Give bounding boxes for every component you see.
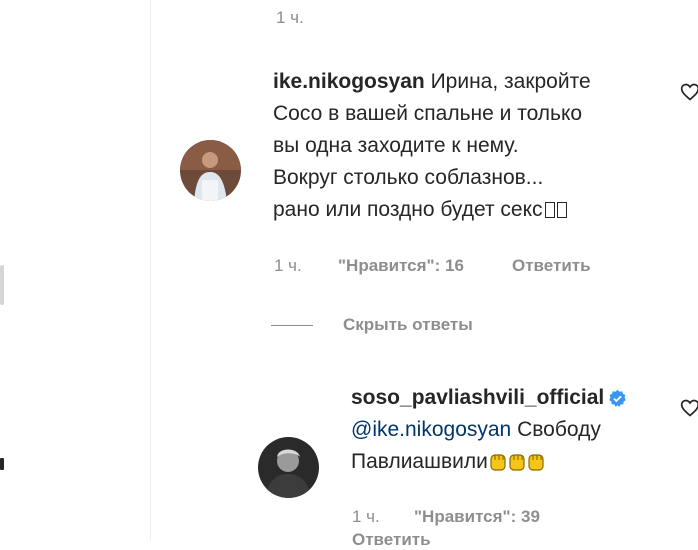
- comment-avatar[interactable]: [180, 140, 241, 201]
- comment-text-line: Ирина, закройте: [430, 70, 591, 93]
- raised-fist-emoji: [528, 454, 544, 471]
- heart-icon[interactable]: [680, 82, 698, 102]
- reply-mention[interactable]: @ike.nikogosyan: [351, 418, 511, 441]
- reply-button[interactable]: Ответить: [512, 256, 591, 276]
- hide-replies-label: Скрыть ответы: [343, 315, 473, 334]
- reply-time[interactable]: 1 ч.: [352, 507, 380, 527]
- raised-fist-emoji: [509, 454, 525, 471]
- comment-time[interactable]: 1 ч.: [274, 256, 302, 276]
- verified-badge-icon: [609, 389, 627, 407]
- comment-text-line: вы одна заходите к нему.: [273, 134, 519, 157]
- comment-meta: 1 ч. "Нравится": 16 Ответить: [274, 256, 694, 278]
- comment-text-line: Вокруг столько соблазнов...: [273, 166, 544, 189]
- left-pane: [0, 0, 150, 540]
- previous-comment-time: 1 ч.: [276, 8, 304, 27]
- comment-text-line: рано или поздно будет секс: [273, 198, 543, 221]
- reply-username[interactable]: soso_pavliashvili_official: [351, 386, 604, 409]
- pane-divider: [150, 0, 151, 540]
- edge-fragment: [0, 265, 4, 305]
- comment-username[interactable]: ike.nikogosyan: [273, 70, 425, 93]
- reply-body: soso_pavliashvili_official @ike.nikogosy…: [351, 382, 671, 478]
- hide-replies-line: [271, 325, 313, 326]
- reply-avatar[interactable]: [258, 437, 319, 498]
- comment-text-line: Сосо в вашей спальне и только: [273, 102, 583, 125]
- missing-glyph-icon: [556, 202, 567, 218]
- reply-meta: 1 ч. "Нравится": 39: [352, 507, 692, 529]
- edge-fragment-dark: [0, 458, 4, 470]
- missing-glyph-icon: [544, 202, 555, 218]
- heart-icon[interactable]: [680, 398, 698, 418]
- reply-text-line: Свободу: [511, 418, 601, 441]
- reply-text-line: Павлиашвили: [351, 450, 488, 473]
- raised-fist-emoji: [490, 454, 506, 471]
- comment-body: ike.nikogosyan Ирина, закройте Сосо в ва…: [273, 66, 653, 226]
- comment-likes[interactable]: "Нравится": 16: [338, 256, 464, 276]
- reply-reply-button[interactable]: Ответить: [352, 530, 431, 550]
- reply-likes[interactable]: "Нравится": 39: [414, 507, 540, 527]
